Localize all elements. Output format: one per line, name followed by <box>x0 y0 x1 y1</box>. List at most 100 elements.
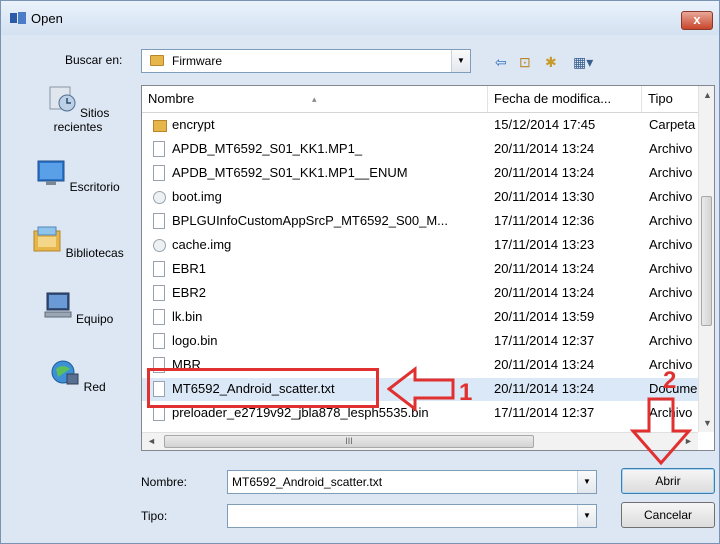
table-row[interactable]: EBR2 20/11/2014 13:24 Archivo <box>142 282 698 305</box>
annotation-arrow-down-icon <box>629 397 693 466</box>
file-name: cache.img <box>172 237 232 252</box>
file-date: 17/11/2014 12:37 <box>494 405 595 420</box>
file-name: APDB_MT6592_S01_KK1.MP1_ <box>172 141 363 156</box>
place-label: Red <box>83 380 106 394</box>
file-type: Archivo <box>649 285 693 300</box>
file-name: EBR1 <box>172 261 206 276</box>
column-label: Nombre <box>148 91 195 106</box>
place-libraries[interactable]: Bibliotecas <box>23 225 133 260</box>
look-in-value: Firmware <box>172 54 222 68</box>
annotation-arrow-left-icon <box>387 365 455 413</box>
chevron-down-icon[interactable]: ▼ <box>577 505 596 527</box>
scroll-down-icon[interactable]: ▼ <box>703 418 712 428</box>
open-dialog: Open x Buscar en: Firmware ▼ ⇦ ⊡ ✱ ▦▾ Si… <box>0 0 720 544</box>
file-name-label: Nombre: <box>141 475 188 489</box>
file-type-select[interactable]: ▼ <box>227 504 597 528</box>
file-date: 17/11/2014 12:37 <box>494 333 595 348</box>
list-header: Nombre ▴ Fecha de modifica... Tipo <box>142 86 714 113</box>
annotation-step-1: 1 <box>459 379 473 406</box>
chevron-down-icon[interactable]: ▼ <box>577 471 596 493</box>
file-type: Archivo <box>649 189 693 204</box>
file-name-input[interactable]: MT6592_Android_scatter.txt ▼ <box>227 470 597 494</box>
file-date: 17/11/2014 13:23 <box>494 237 595 252</box>
file-type: Archivo <box>649 237 693 252</box>
table-row[interactable]: EBR1 20/11/2014 13:24 Archivo <box>142 258 698 281</box>
file-date: 20/11/2014 13:24 <box>494 357 595 372</box>
file-icon <box>153 261 165 277</box>
file-date: 20/11/2014 13:24 <box>494 165 595 180</box>
file-icon <box>153 141 165 157</box>
column-header-type[interactable]: Tipo <box>642 86 698 112</box>
vertical-scrollbar[interactable]: ▲ ▼ <box>698 86 714 432</box>
table-row[interactable]: cache.img 17/11/2014 13:23 Archivo <box>142 234 698 257</box>
scroll-left-icon[interactable]: ◄ <box>147 436 156 446</box>
file-icon <box>153 333 165 349</box>
horizontal-scroll-thumb[interactable]: III <box>164 435 534 448</box>
file-icon <box>153 165 165 181</box>
file-date: 20/11/2014 13:24 <box>494 285 595 300</box>
place-desktop[interactable]: Escritorio <box>23 159 133 194</box>
file-icon <box>153 309 165 325</box>
table-row[interactable]: lk.bin 20/11/2014 13:59 Archivo <box>142 306 698 329</box>
look-in-label: Buscar en: <box>65 53 123 67</box>
place-network[interactable]: Red <box>23 359 133 394</box>
file-date: 20/11/2014 13:30 <box>494 189 595 204</box>
table-row[interactable]: APDB_MT6592_S01_KK1.MP1_ 20/11/2014 13:2… <box>142 138 698 161</box>
vertical-scroll-thumb[interactable] <box>701 196 712 326</box>
window-title: Open <box>31 11 63 26</box>
chevron-down-icon[interactable]: ▼ <box>451 50 470 72</box>
file-name: lk.bin <box>172 309 203 324</box>
table-row[interactable]: encrypt 15/12/2014 17:45 Carpeta <box>142 114 698 137</box>
file-type: Archivo <box>649 333 693 348</box>
file-date: 20/11/2014 13:24 <box>494 141 595 156</box>
table-row[interactable]: logo.bin 17/11/2014 12:37 Archivo <box>142 330 698 353</box>
libraries-icon <box>33 226 61 252</box>
file-icon <box>153 285 165 301</box>
scroll-up-icon[interactable]: ▲ <box>703 90 712 100</box>
file-type: Archivo <box>649 309 693 324</box>
place-computer[interactable]: Equipo <box>23 291 133 326</box>
folder-icon <box>153 120 167 132</box>
table-row[interactable]: boot.img 20/11/2014 13:30 Archivo <box>142 186 698 209</box>
place-recent[interactable]: Sitios recientes <box>23 85 133 134</box>
place-label: Escritorio <box>69 180 120 194</box>
computer-icon <box>44 292 72 318</box>
table-row[interactable]: APDB_MT6592_S01_KK1.MP1__ENUM 20/11/2014… <box>142 162 698 185</box>
annotation-step-2: 2 <box>663 367 677 394</box>
file-type: Archivo <box>649 213 693 228</box>
folder-icon <box>150 55 164 66</box>
view-menu-icon[interactable]: ▦▾ <box>573 54 593 71</box>
open-button[interactable]: Abrir <box>621 468 715 494</box>
place-label: Equipo <box>75 312 114 326</box>
file-type-label: Tipo: <box>141 509 168 523</box>
file-name: EBR2 <box>172 285 206 300</box>
file-date: 17/11/2014 12:36 <box>494 213 595 228</box>
sort-ascending-icon: ▴ <box>312 94 317 104</box>
file-name: BPLGUInfoCustomAppSrcP_MT6592_S00_M... <box>172 213 449 228</box>
place-label: Bibliotecas <box>65 246 124 260</box>
up-folder-icon[interactable]: ⊡ <box>519 54 531 71</box>
column-header-name[interactable]: Nombre ▴ <box>142 86 488 112</box>
file-type: Archivo <box>649 261 693 276</box>
new-folder-icon[interactable]: ✱ <box>545 54 557 71</box>
file-type: Archivo <box>649 165 693 180</box>
file-type: Carpeta <box>649 117 696 132</box>
cancel-button[interactable]: Cancelar <box>621 502 715 528</box>
file-name: encrypt <box>172 117 215 132</box>
title-bar[interactable]: Open x <box>1 1 719 35</box>
file-type: Archivo <box>649 141 693 156</box>
file-date: 20/11/2014 13:24 <box>494 261 595 276</box>
horizontal-scrollbar[interactable]: ◄ III ► <box>142 432 698 450</box>
back-icon[interactable]: ⇦ <box>495 54 507 71</box>
file-name-value: MT6592_Android_scatter.txt <box>232 475 383 489</box>
close-button[interactable]: x <box>681 11 713 30</box>
file-date: 20/11/2014 13:59 <box>494 309 595 324</box>
column-header-date[interactable]: Fecha de modifica... <box>488 86 642 112</box>
app-icon <box>10 12 26 24</box>
file-name: logo.bin <box>172 333 218 348</box>
look-in-combo[interactable]: Firmware ▼ <box>141 49 471 73</box>
disk-image-icon <box>153 191 166 204</box>
file-date: 20/11/2014 13:24 <box>494 381 595 396</box>
file-icon <box>153 213 165 229</box>
table-row[interactable]: BPLGUInfoCustomAppSrcP_MT6592_S00_M... 1… <box>142 210 698 233</box>
